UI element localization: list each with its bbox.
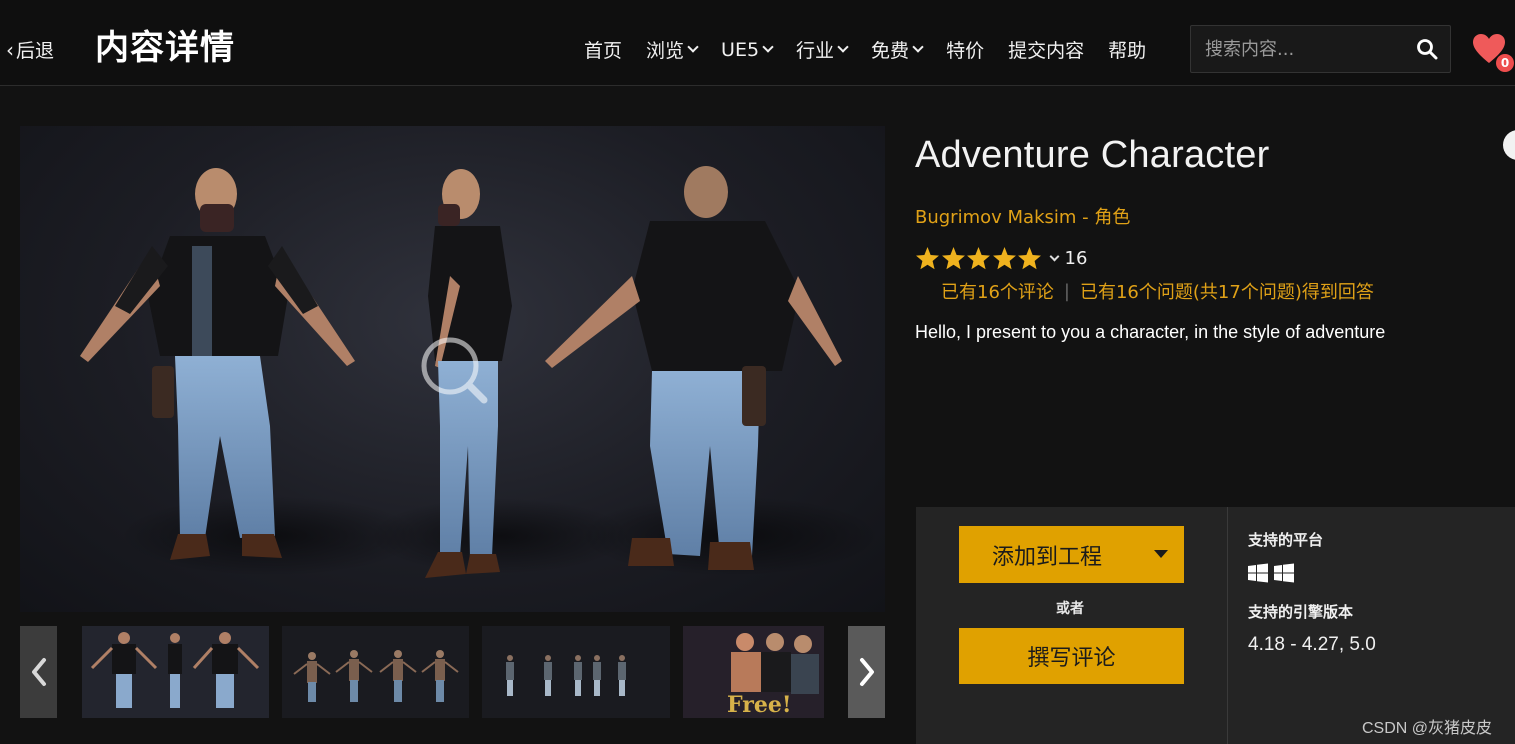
chevron-left-icon: ‹ — [6, 37, 14, 62]
star-icon — [967, 247, 990, 270]
author-link[interactable]: Bugrimov Maksim — [915, 207, 1076, 228]
search-icon[interactable] — [1416, 38, 1438, 60]
star-icon — [941, 247, 965, 270]
write-review-button[interactable]: 撰写评论 — [959, 628, 1184, 684]
engine-versions-label: 支持的引擎版本 — [1248, 603, 1354, 621]
nav-label: 提交内容 — [1008, 40, 1085, 62]
rating-widget[interactable]: 16 — [915, 246, 1087, 271]
search-box — [1190, 25, 1451, 73]
nav-item-free[interactable]: 免费 — [871, 36, 924, 63]
nav-item-industry[interactable]: 行业 — [796, 36, 849, 63]
product-title: Adventure Character — [915, 134, 1270, 176]
nav-item-submit-content[interactable]: 提交内容 — [1008, 36, 1084, 63]
back-button[interactable]: ‹ 后退 — [6, 36, 54, 63]
add-to-project-label: 添加到工程 — [992, 544, 1103, 570]
author-separator: - — [1082, 207, 1089, 228]
thumbnail-image — [506, 655, 626, 696]
star-icon — [916, 247, 939, 270]
wishlist-count-badge: 0 — [1496, 54, 1514, 72]
page-title: 内容详情 — [95, 28, 235, 68]
free-label: Free! — [727, 692, 791, 718]
or-separator: 或者 — [1056, 601, 1084, 617]
nav-label: 特价 — [946, 40, 985, 62]
nav-label: 帮助 — [1108, 40, 1147, 62]
questions-link[interactable]: 已有16个问题(共17个问题)得到回答 — [1080, 278, 1374, 304]
divider: | — [1063, 280, 1070, 302]
windows-icon — [1248, 563, 1268, 583]
chevron-down-icon — [687, 41, 699, 53]
chevron-left-icon — [31, 658, 46, 686]
chevron-down-icon — [762, 41, 774, 53]
nav-item-sale[interactable]: 特价 — [946, 36, 984, 63]
nav-item-help[interactable]: 帮助 — [1108, 36, 1146, 63]
thumbnail-4[interactable]: Free! — [683, 626, 824, 718]
platform-icons — [1248, 563, 1294, 583]
platforms-label: 支持的平台 — [1248, 531, 1324, 549]
write-review-label: 撰写评论 — [1027, 646, 1116, 671]
side-floating-button[interactable] — [1503, 130, 1515, 160]
nav-label: 行业 — [796, 40, 835, 62]
thumbnail-3[interactable] — [482, 626, 670, 718]
thumbnail-prev-button[interactable] — [20, 626, 57, 718]
reviews-link[interactable]: 已有16个评论 — [941, 278, 1054, 304]
main-product-image[interactable] — [20, 126, 885, 612]
rating-count: 16 — [1064, 248, 1088, 269]
nav-label: 浏览 — [646, 40, 685, 62]
nav-item-ue5[interactable]: UE5 — [721, 36, 774, 63]
star-icon — [1018, 247, 1041, 270]
category-link[interactable]: 角色 — [1094, 207, 1130, 228]
thumbnail-image — [90, 632, 260, 708]
chevron-right-icon — [859, 658, 874, 686]
main-nav: 首页 浏览 UE5 行业 免费 特价 提交内容 帮助 — [584, 36, 1170, 63]
chevron-down-icon — [837, 41, 849, 53]
back-label: 后退 — [16, 40, 55, 62]
windows-icon — [1274, 563, 1294, 583]
review-summary: 已有16个评论 | 已有16个问题(共17个问题)得到回答 — [941, 278, 1374, 304]
nav-label: 首页 — [584, 40, 623, 62]
search-input[interactable] — [1191, 26, 1411, 72]
star-icon — [992, 247, 1016, 270]
thumbnail-image — [293, 650, 459, 702]
thumbnail-2[interactable] — [282, 626, 469, 718]
thumbnail-1[interactable] — [82, 626, 269, 718]
watermark: CSDN @灰猪皮皮 — [1362, 720, 1493, 737]
nav-item-browse[interactable]: 浏览 — [646, 36, 699, 63]
chevron-down-icon — [1049, 251, 1059, 262]
caret-down-icon[interactable] — [1154, 550, 1168, 558]
nav-label: UE5 — [721, 38, 760, 61]
chevron-down-icon — [912, 41, 924, 53]
top-header: ‹ 后退 内容详情 首页 浏览 UE5 行业 免费 特价 提交内容 帮助 0 — [0, 0, 1515, 86]
panel-divider — [1227, 507, 1228, 744]
thumbnail-image: Free! — [683, 626, 824, 718]
character-render — [80, 166, 880, 578]
product-description: Hello, I present to you a character, in … — [915, 322, 1386, 342]
add-to-project-button[interactable]: 添加到工程 — [959, 526, 1184, 583]
author-line: Bugrimov Maksim - 角色 — [915, 203, 1130, 229]
nav-item-home[interactable]: 首页 — [584, 36, 622, 63]
nav-label: 免费 — [871, 40, 910, 62]
engine-versions-value: 4.18 - 4.27, 5.0 — [1248, 634, 1376, 655]
thumbnail-next-button[interactable] — [848, 626, 885, 718]
